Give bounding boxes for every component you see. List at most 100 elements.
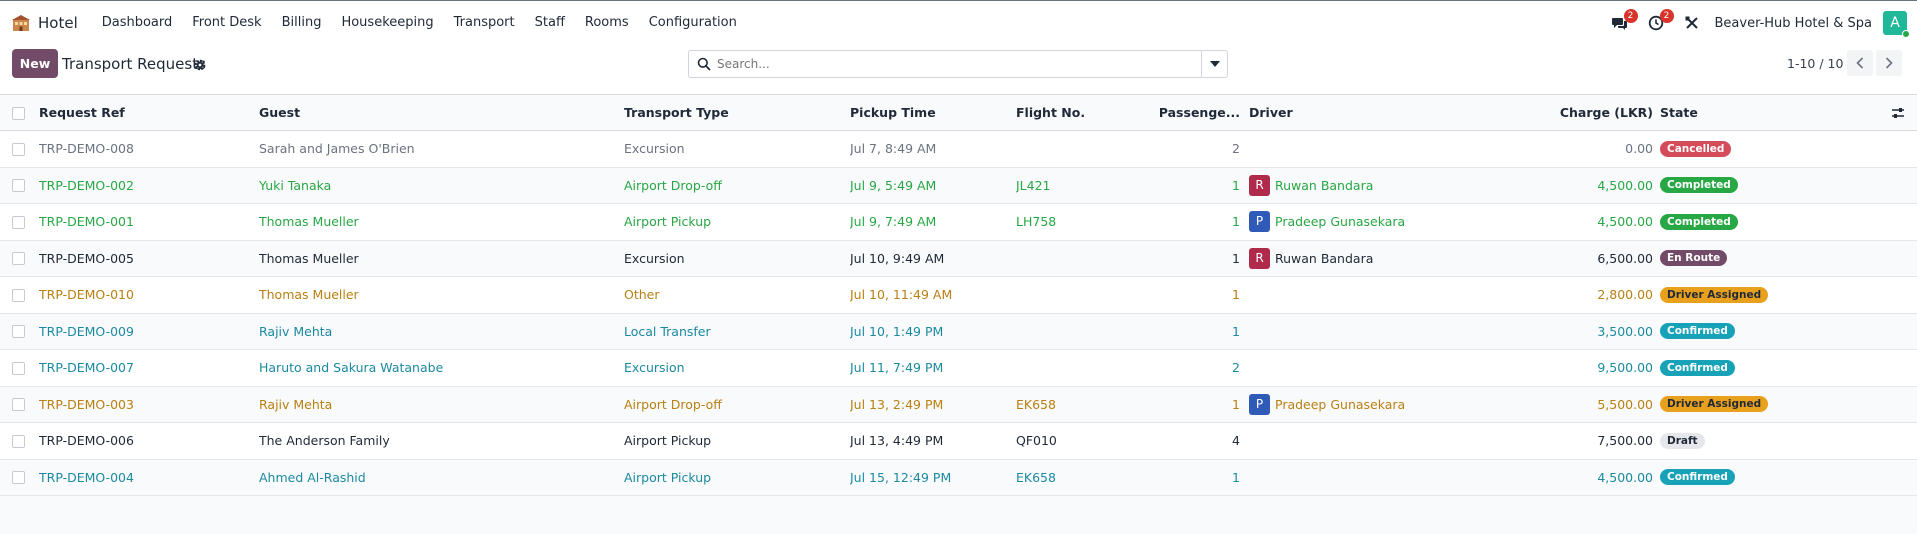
select-all-checkbox[interactable] <box>12 106 25 120</box>
column-header-state[interactable]: State <box>1660 95 1820 130</box>
table-row[interactable]: TRP-DEMO-004 Ahmed Al-Rashid Airport Picku… <box>0 459 1917 496</box>
transport-requests-list: Request Ref Guest Transport Type Pickup … <box>0 94 1917 496</box>
row-checkbox[interactable] <box>12 252 25 266</box>
menu-billing[interactable]: Billing <box>272 15 332 30</box>
cell-request-ref: TRP-DEMO-008 <box>39 141 134 157</box>
user-avatar[interactable]: A <box>1883 11 1910 38</box>
table-row[interactable]: TRP-DEMO-008 Sarah and James O'Brien Excur… <box>0 131 1917 168</box>
column-header-transport-type[interactable]: Transport Type <box>624 95 844 130</box>
row-checkbox[interactable] <box>12 215 25 229</box>
cell-transport-type: Other <box>624 287 660 303</box>
state-badge: Confirmed <box>1660 359 1735 376</box>
cell-state: Draft <box>1660 423 1820 459</box>
state-badge: Confirmed <box>1660 469 1735 486</box>
row-checkbox[interactable] <box>12 325 25 339</box>
cell-pickup-time: Jul 10, 11:49 AM <box>850 287 953 303</box>
cell-request-ref: TRP-DEMO-004 <box>39 469 134 485</box>
pager-value[interactable]: 1-10 / 10 <box>1787 56 1843 71</box>
row-checkbox[interactable] <box>12 361 25 375</box>
row-checkbox[interactable] <box>12 434 25 448</box>
table-row[interactable]: TRP-DEMO-005 Thomas Mueller Excursion Jul 1… <box>0 240 1917 277</box>
cell-transport-type: Excursion <box>624 141 685 157</box>
cell-request-ref: TRP-DEMO-010 <box>39 287 134 303</box>
row-checkbox[interactable] <box>12 179 25 193</box>
menu-front-desk[interactable]: Front Desk <box>182 15 271 30</box>
cell-passengers: 1 <box>1232 287 1240 303</box>
table-row[interactable]: TRP-DEMO-007 Haruto and Sakura Watanabe Ex… <box>0 350 1917 387</box>
cell-transport-type: Airport Pickup <box>624 469 712 485</box>
main-menu: Dashboard Front Desk Billing Housekeepin… <box>92 15 747 30</box>
table-row[interactable]: TRP-DEMO-003 Rajiv Mehta Airport Drop-off J… <box>0 386 1917 423</box>
column-header-charge[interactable]: Charge (LKR) <box>1536 95 1653 130</box>
column-header-pickup-time[interactable]: Pickup Time <box>850 95 1010 130</box>
cell-driver <box>1249 350 1549 386</box>
cell-passengers: 1 <box>1232 250 1240 266</box>
pager-previous-button[interactable] <box>1847 50 1873 76</box>
cell-passengers: 1 <box>1232 177 1240 193</box>
driver-avatar: P <box>1249 211 1270 233</box>
cell-passengers: 1 <box>1232 469 1240 485</box>
activities-clock-icon[interactable]: 2 <box>1645 9 1674 34</box>
cell-charge: 4,500.00 <box>1597 214 1653 230</box>
cell-charge: 4,500.00 <box>1597 469 1653 485</box>
new-button[interactable]: New <box>12 49 58 78</box>
menu-dashboard[interactable]: Dashboard <box>92 15 183 30</box>
table-row[interactable]: TRP-DEMO-006 The Anderson Family Airport P… <box>0 423 1917 460</box>
hotel-logo-icon <box>12 14 30 31</box>
messages-icon[interactable]: 2 <box>1609 9 1638 34</box>
state-badge: Completed <box>1660 177 1738 194</box>
menu-configuration[interactable]: Configuration <box>639 15 747 30</box>
cell-pickup-time: Jul 10, 9:49 AM <box>850 250 945 266</box>
column-header-guest[interactable]: Guest <box>259 95 619 130</box>
row-checkbox[interactable] <box>12 288 25 302</box>
table-row[interactable]: TRP-DEMO-009 Rajiv Mehta Local Transfer Jul… <box>0 313 1917 350</box>
row-checkbox[interactable] <box>12 142 25 156</box>
cell-transport-type: Local Transfer <box>624 323 711 339</box>
menu-rooms[interactable]: Rooms <box>575 15 639 30</box>
cell-flight-no: QF010 <box>1016 433 1057 449</box>
cell-passengers: 1 <box>1232 323 1240 339</box>
pager-next-button[interactable] <box>1876 50 1902 76</box>
debug-tools-icon[interactable] <box>1681 12 1703 34</box>
search-options-toggle[interactable] <box>1201 51 1227 77</box>
driver-name: Pradeep Gunasekara <box>1275 214 1406 230</box>
cell-transport-type: Excursion <box>624 360 685 376</box>
cell-transport-type: Airport Drop-off <box>624 396 722 412</box>
cell-charge: 4,500.00 <box>1597 177 1653 193</box>
table-row[interactable]: TRP-DEMO-002 Yuki Tanaka Airport Drop-off J… <box>0 167 1917 204</box>
control-panel: New Transport Requests 1-10 / 10 <box>0 44 1917 94</box>
caret-down-icon <box>1209 61 1220 67</box>
menu-housekeeping[interactable]: Housekeeping <box>331 15 443 30</box>
cell-guest: Ahmed Al-Rashid <box>259 469 366 485</box>
column-header-flight-no[interactable]: Flight No. <box>1016 95 1156 130</box>
cell-charge: 0.00 <box>1625 141 1653 157</box>
cell-pickup-time: Jul 7, 8:49 AM <box>850 141 937 157</box>
cell-pickup-time: Jul 13, 4:49 PM <box>850 433 944 449</box>
cell-transport-type: Airport Pickup <box>624 214 712 230</box>
menu-staff[interactable]: Staff <box>525 15 575 30</box>
cell-transport-type: Airport Pickup <box>624 433 712 449</box>
row-checkbox[interactable] <box>12 471 25 485</box>
row-checkbox[interactable] <box>12 398 25 412</box>
cell-passengers: 1 <box>1232 396 1240 412</box>
menu-transport[interactable]: Transport <box>444 15 525 30</box>
company-switcher[interactable]: Beaver-Hub Hotel & Spa <box>1715 16 1873 31</box>
search-input[interactable] <box>689 51 1201 77</box>
optional-columns-sliders-icon[interactable] <box>1891 106 1905 120</box>
app-brand[interactable]: Hotel <box>12 14 78 32</box>
cell-guest: Rajiv Mehta <box>259 396 333 412</box>
cell-flight-no <box>1016 131 1156 167</box>
column-header-request-ref[interactable]: Request Ref <box>39 95 249 130</box>
cell-state: En Route <box>1660 241 1820 277</box>
search-icon <box>697 57 711 71</box>
cell-guest: Haruto and Sakura Watanabe <box>259 360 444 376</box>
page-title[interactable]: Transport Requests <box>62 55 206 73</box>
state-badge: En Route <box>1660 250 1728 267</box>
table-row[interactable]: TRP-DEMO-010 Thomas Mueller Other Jul 10, 1… <box>0 277 1917 314</box>
gear-icon[interactable] <box>193 58 207 72</box>
column-header-driver[interactable]: Driver <box>1249 95 1549 130</box>
state-badge: Driver Assigned <box>1660 286 1769 303</box>
cell-charge: 9,500.00 <box>1597 360 1653 376</box>
table-row[interactable]: TRP-DEMO-001 Thomas Mueller Airport Pickup… <box>0 204 1917 241</box>
column-header-passengers[interactable]: Passenge... <box>1160 95 1240 130</box>
